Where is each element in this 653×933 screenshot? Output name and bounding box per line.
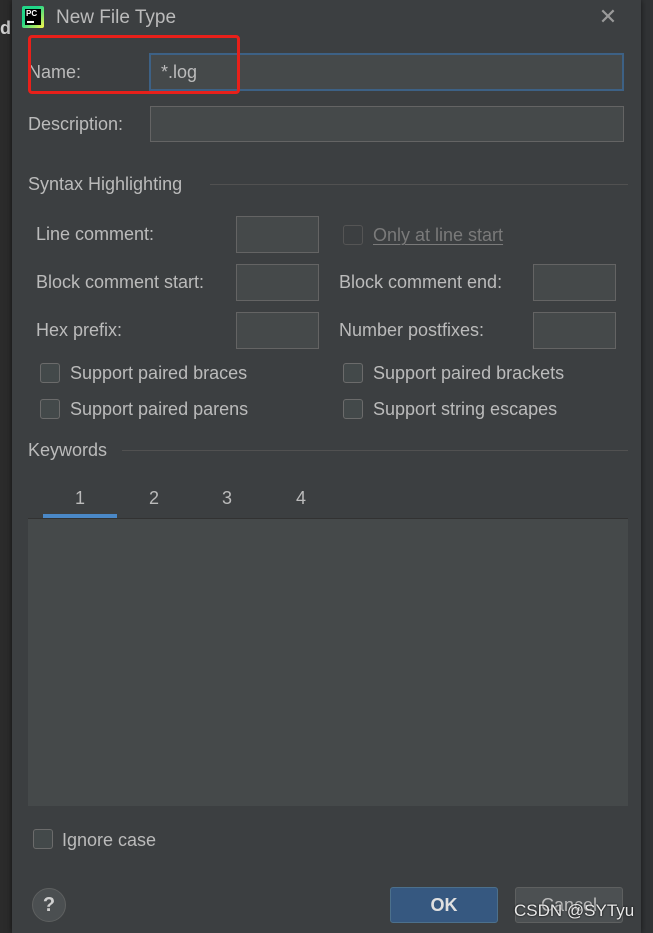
syntax-separator (210, 184, 628, 185)
new-file-type-dialog: PC New File Type ✕ Name: Description: Sy… (12, 0, 641, 933)
number-postfixes-label: Number postfixes: (339, 320, 485, 340)
paired-parens-label: Support paired parens (70, 399, 249, 419)
ignore-case-checkbox[interactable] (33, 829, 53, 849)
block-comment-start-label: Block comment start: (36, 272, 205, 292)
dialog-title: New File Type (56, 7, 177, 28)
paired-braces-label: Support paired braces (70, 363, 248, 383)
line-comment-label: Line comment: (36, 224, 155, 244)
description-input[interactable] (150, 106, 624, 142)
close-icon[interactable]: ✕ (596, 5, 620, 29)
only-at-line-start-label: Only at line start (373, 225, 504, 245)
hex-prefix-input[interactable] (236, 312, 319, 349)
paired-parens-checkbox[interactable] (40, 399, 60, 419)
name-input[interactable] (149, 53, 624, 91)
paired-brackets-checkbox[interactable] (343, 363, 363, 383)
paired-braces-checkbox[interactable] (40, 363, 60, 383)
block-comment-start-input[interactable] (236, 264, 319, 301)
description-label: Description: (28, 114, 124, 134)
paired-brackets-label: Support paired brackets (373, 363, 565, 383)
string-escapes-checkbox[interactable] (343, 399, 363, 419)
only-at-line-start-checkbox[interactable] (343, 225, 363, 245)
keywords-title: Keywords (28, 440, 108, 460)
tab-keywords-1[interactable]: 1 (43, 480, 117, 518)
keywords-text-area[interactable] (28, 519, 628, 806)
syntax-highlighting-title: Syntax Highlighting (28, 174, 183, 194)
background-window-right (641, 0, 653, 933)
name-label: Name: (28, 62, 82, 82)
block-comment-end-input[interactable] (533, 264, 616, 301)
hex-prefix-label: Hex prefix: (36, 320, 123, 340)
number-postfixes-input[interactable] (533, 312, 616, 349)
title-bar[interactable]: PC New File Type ✕ (12, 0, 641, 36)
background-window-left: di (0, 0, 16, 933)
ok-button[interactable]: OK (390, 887, 498, 923)
watermark: CSDN @SYTyu (514, 901, 635, 920)
tab-keywords-4[interactable]: 4 (264, 480, 338, 518)
string-escapes-label: Support string escapes (373, 399, 558, 419)
block-comment-end-label: Block comment end: (339, 272, 503, 292)
keywords-separator (122, 450, 628, 451)
tab-keywords-2[interactable]: 2 (117, 480, 191, 518)
tab-keywords-3[interactable]: 3 (190, 480, 264, 518)
help-button[interactable]: ? (32, 888, 66, 922)
pycharm-logo-icon: PC (22, 6, 44, 28)
line-comment-input[interactable] (236, 216, 319, 253)
ignore-case-label: Ignore case (62, 830, 157, 850)
